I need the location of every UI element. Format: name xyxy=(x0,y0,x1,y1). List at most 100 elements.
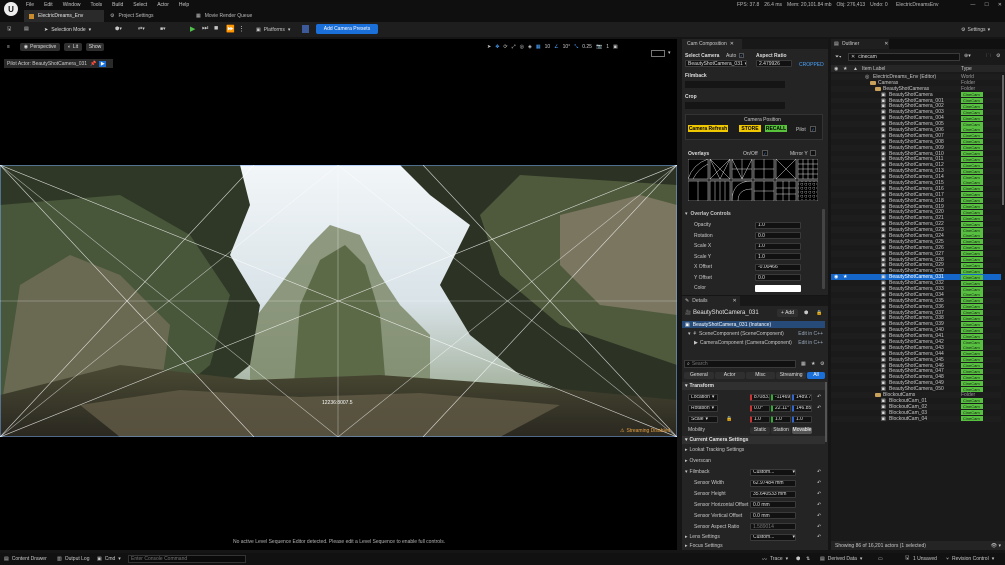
overlay-control-field[interactable]: 1.0 xyxy=(755,253,801,261)
crop-field[interactable] xyxy=(685,102,785,109)
cmd-button[interactable]: ▣ Cmd ▾ xyxy=(97,556,121,562)
scale-tool-icon[interactable]: ⤢ xyxy=(512,44,516,50)
tab-project-settings[interactable]: ⚙ Project Settings xyxy=(110,10,154,22)
tab-outliner[interactable]: ▤ Outliner ✕ xyxy=(831,39,889,49)
auto-checkbox[interactable]: ✓ xyxy=(739,53,744,58)
actor-name-field[interactable]: BeautyShotCamera_031 xyxy=(693,310,759,316)
component-row[interactable]: ▶ CameraComponent (CameraComponent) Edit… xyxy=(694,339,825,346)
tab-level[interactable]: ElectricDreams_Env xyxy=(24,10,104,22)
scale-dropdown[interactable]: Scale ▾ xyxy=(688,415,718,423)
surface-snap-icon[interactable]: ◈ xyxy=(528,44,532,50)
filter-tab[interactable]: Actor xyxy=(714,371,745,379)
scale-x[interactable]: 1.0 xyxy=(750,415,770,423)
revision-control-button[interactable]: ⑂ Revision Control ▾ xyxy=(946,556,994,562)
perspective-button[interactable]: ◉ Perspective xyxy=(20,43,60,51)
location-dropdown[interactable]: Location ▾ xyxy=(688,393,718,401)
location-y[interactable]: -11469 xyxy=(771,393,791,401)
chevron-down-icon[interactable]: ▾ xyxy=(668,50,671,56)
pilot-checkbox[interactable]: ✓ xyxy=(810,126,816,132)
sensor-field[interactable]: 62.97484 mm xyxy=(750,479,796,487)
color-swatch[interactable] xyxy=(755,284,801,292)
details-search[interactable]: ⌕ xyxy=(684,360,796,368)
sensor-field[interactable]: 0.0 mm xyxy=(750,501,796,509)
overlay-thumbnails[interactable] xyxy=(688,159,818,201)
layout-icon[interactable]: ▣ xyxy=(613,44,618,50)
more-icon[interactable]: ⋮ xyxy=(238,25,245,33)
lens-dropdown[interactable]: Custom... ▾ xyxy=(750,533,796,541)
filter-tab[interactable]: All xyxy=(807,371,825,379)
type-header[interactable]: Type xyxy=(961,66,972,72)
camera-icon[interactable]: ■▾ xyxy=(160,26,166,32)
location-x[interactable]: 87083.1 xyxy=(750,393,770,401)
minimize-icon[interactable]: — xyxy=(970,2,975,8)
reset-icon[interactable]: ↶ xyxy=(817,480,821,486)
notification-icon[interactable]: ⬢ xyxy=(796,556,800,562)
content-browser-icon[interactable]: ▤ xyxy=(24,26,29,32)
scrollbar[interactable] xyxy=(822,209,825,289)
scale-y[interactable]: 1.0 xyxy=(771,415,791,423)
overlay-control-field[interactable]: 1.0 xyxy=(755,221,801,229)
blueprint-icon[interactable]: ⬢▾ xyxy=(115,26,122,32)
source-control-icon[interactable]: ▭ xyxy=(878,556,883,562)
tab-details[interactable]: ✎ Details ✕ xyxy=(682,296,740,306)
edit-link[interactable]: Edit in C++ xyxy=(798,331,823,337)
reset-icon[interactable]: ↶ xyxy=(817,491,821,497)
edit-link[interactable]: Edit in C++ xyxy=(798,340,823,346)
instance-row[interactable]: ▣ BeautyShotCamera_031 (Instance) xyxy=(682,321,825,328)
aspect-ratio-field[interactable]: 2.479926 xyxy=(756,60,792,67)
show-button[interactable]: Show xyxy=(86,43,104,51)
snap-scale-value[interactable]: 0.25 xyxy=(582,44,592,50)
gear-icon[interactable]: ⚙ xyxy=(996,53,1000,59)
close-icon[interactable]: ✕ xyxy=(730,41,734,47)
trace-button[interactable]: 〰 Trace ▾ xyxy=(762,556,788,563)
clear-search-icon[interactable]: ✕ xyxy=(851,54,855,60)
add-component-button[interactable]: + Add xyxy=(777,309,798,317)
mobility-option[interactable]: Static xyxy=(750,426,770,434)
menu-item[interactable]: Window xyxy=(63,2,81,8)
snap-grid-value[interactable]: 10 xyxy=(545,44,551,50)
console-input[interactable] xyxy=(128,555,246,563)
grid-icon[interactable] xyxy=(302,25,309,33)
overlay-controls-header[interactable]: ▾ Overlay Controls xyxy=(685,211,731,217)
viewport-options-icon[interactable] xyxy=(651,50,665,57)
cinematics-icon[interactable]: ⇄▾ xyxy=(138,26,145,32)
mirror-checkbox[interactable] xyxy=(810,150,816,156)
filmback-dropdown[interactable]: Custom... ▾ xyxy=(750,468,796,476)
view-options-icon[interactable]: 👁 ▾ xyxy=(991,543,1001,549)
rotation-z[interactable]: 146.85° xyxy=(792,404,812,412)
filmback-field[interactable] xyxy=(685,81,785,88)
selection-mode-button[interactable]: ➤ Selection Mode ▾ xyxy=(44,25,91,34)
eject-camera-icon[interactable]: ▶ xyxy=(99,60,107,67)
filter-icon[interactable]: ⏷▾ xyxy=(835,54,841,60)
gear-icon[interactable]: ⚙ xyxy=(820,361,824,367)
sensor-field[interactable]: 35.640533 mm xyxy=(750,490,796,498)
menu-item[interactable]: Actor xyxy=(157,2,169,8)
grid-view-icon[interactable]: ▦ xyxy=(801,361,806,367)
overlay-control-field[interactable]: 1.0 xyxy=(755,242,801,250)
settings-button[interactable]: ⚙ Settings ▾ xyxy=(961,25,990,34)
reset-icon[interactable]: ↶ xyxy=(817,502,821,508)
sensor-field[interactable]: 0.0 mm xyxy=(750,512,796,520)
reset-icon[interactable]: ↶ xyxy=(817,534,821,540)
menu-item[interactable]: Help xyxy=(179,2,189,8)
new-folder-icon[interactable]: 🗀 xyxy=(986,53,991,61)
recall-button[interactable]: RECALL xyxy=(765,125,787,132)
select-tool-icon[interactable]: ➤ xyxy=(487,44,491,50)
overlay-control-field[interactable]: -0.00466 xyxy=(755,263,801,271)
sort-icon[interactable]: ▲ xyxy=(853,66,858,72)
output-log-button[interactable]: ▥ Output Log xyxy=(57,556,89,562)
camera-speed-value[interactable]: 1 xyxy=(606,44,609,50)
stop-icon[interactable]: ■ xyxy=(214,25,218,32)
save-icon[interactable]: 🖫 xyxy=(7,26,11,34)
scale-z[interactable]: 1.0 xyxy=(792,415,812,423)
play-next-icon[interactable]: ⏭ xyxy=(202,25,208,33)
menu-item[interactable]: File xyxy=(26,2,34,8)
add-actor-icon[interactable]: ⊕▾ xyxy=(964,53,971,59)
current-camera-section[interactable]: ▾ Current Camera Settings xyxy=(682,436,825,444)
close-icon[interactable]: ✕ xyxy=(884,41,888,47)
rotation-dropdown[interactable]: Rotation ▾ xyxy=(688,404,718,412)
snap-rot-value[interactable]: 10° xyxy=(563,44,571,50)
network-icon[interactable]: ⇅ xyxy=(806,556,810,562)
camera-refresh-button[interactable]: Camera Refresh xyxy=(688,125,728,132)
overlay-control-field[interactable]: 0.0 xyxy=(755,232,801,240)
